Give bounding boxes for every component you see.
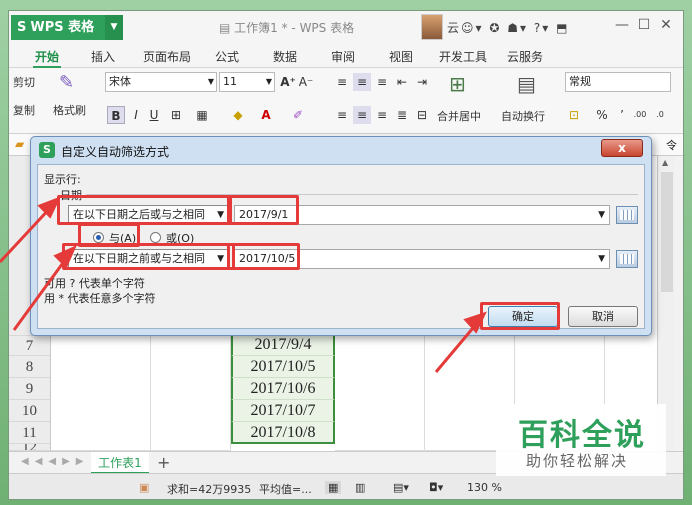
arrow-head xyxy=(37,196,61,219)
arrow-line xyxy=(434,321,480,373)
watermark-title: 百科全说 xyxy=(518,418,646,453)
arrow-head xyxy=(463,311,487,334)
arrow-line xyxy=(0,204,54,264)
watermark-subtitle: 助你轻松解决 xyxy=(526,452,629,470)
arrow-line xyxy=(12,255,70,331)
watermark: 百科全说 助你轻松解决 xyxy=(496,404,666,476)
arrow-head xyxy=(53,245,77,269)
